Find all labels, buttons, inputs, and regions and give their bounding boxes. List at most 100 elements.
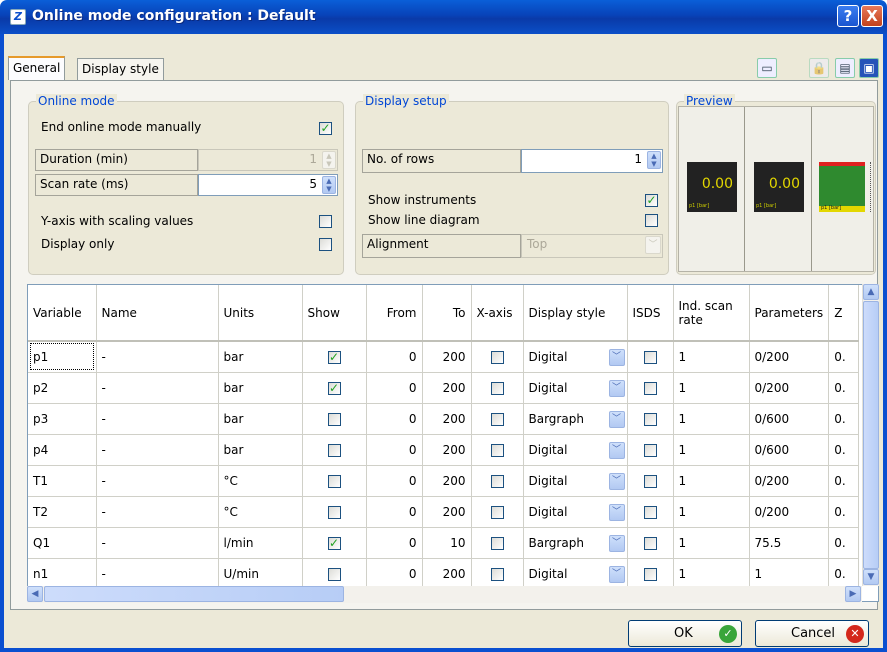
parameters-cell[interactable]: 75.5 [749,527,830,559]
to-cell[interactable]: 200 [422,465,472,497]
name-cell[interactable]: - [96,341,219,373]
display-style-cell[interactable]: Bargraph ﹀ [523,527,628,559]
show[interactable] [302,496,367,528]
z-cell[interactable]: 0. [828,403,860,435]
display-style-select[interactable]: Bargraph ﹀ [529,534,625,552]
xaxis[interactable] [471,527,524,559]
lock-icon[interactable]: 🔒 [809,58,829,78]
horizontal-scroll-thumb[interactable] [44,586,344,602]
variable-cell[interactable]: T1 [28,465,97,497]
save-icon[interactable]: ▣ [859,58,879,78]
from-cell[interactable]: 0 [366,372,423,404]
chevron-down-icon[interactable]: ﹀ [608,379,625,397]
rows-input[interactable]: 1 ▲ ▼ [521,149,663,173]
table-row[interactable]: p4- bar 0 200 Digital ﹀ 1 0/600 0. [28,434,860,466]
col-header[interactable]: Ind. scan rate [673,285,750,342]
z-cell[interactable]: 0. [828,465,860,497]
display-style-cell[interactable]: Digital ﹀ [523,496,628,528]
variable-cell[interactable]: Q1 [28,527,97,559]
to-cell[interactable]: 200 [422,341,472,373]
show[interactable] [302,403,367,435]
name-cell[interactable]: - [96,372,219,404]
xaxis-checkbox[interactable] [490,443,504,457]
col-header[interactable]: Name [96,285,219,342]
show[interactable] [302,558,367,590]
display-style-select[interactable]: Digital ﹀ [529,348,625,366]
table-row[interactable]: p3- bar 0 200 Bargraph ﹀ 1 0/600 0. [28,403,860,435]
display-style-select[interactable]: Digital ﹀ [529,503,625,521]
to-cell[interactable]: 200 [422,403,472,435]
z-cell[interactable]: 0. [828,527,860,559]
units-cell[interactable]: U/min [218,558,303,590]
name-cell[interactable]: - [96,465,219,497]
to-cell[interactable]: 200 [422,496,472,528]
units-cell[interactable]: °C [218,496,303,528]
xaxis[interactable] [471,434,524,466]
units-cell[interactable]: bar [218,403,303,435]
name-cell[interactable]: - [96,527,219,559]
show-line-checkbox[interactable] [645,214,658,227]
isds[interactable] [627,403,674,435]
isds-checkbox[interactable] [643,443,657,457]
show-checkbox[interactable]: ✓ [327,350,341,364]
isds[interactable] [627,465,674,497]
name-cell[interactable]: - [96,403,219,435]
chevron-down-icon[interactable]: ﹀ [608,472,625,490]
table-row[interactable]: T1- °C 0 200 Digital ﹀ 1 0/200 0. [28,465,860,497]
scan-rate-spinner[interactable]: ▲ ▼ [322,176,336,194]
close-button[interactable]: X [861,5,883,27]
window-layout-icon[interactable]: ▭ [757,58,777,78]
col-header[interactable]: ISDS [627,285,674,342]
isds[interactable] [627,341,674,373]
display-style-cell[interactable]: Digital ﹀ [523,372,628,404]
scan-rate-cell[interactable]: 1 [673,465,750,497]
col-header[interactable]: X-axis [471,285,524,342]
display-only-checkbox[interactable] [319,238,332,251]
scan-rate-cell[interactable]: 1 [673,434,750,466]
isds-checkbox[interactable] [643,474,657,488]
table-row[interactable]: Q1- l/min ✓ 0 10 Bargraph ﹀ 1 75.5 0. [28,527,860,559]
units-cell[interactable]: l/min [218,527,303,559]
isds-checkbox[interactable] [643,350,657,364]
tab-general[interactable]: General [8,56,66,80]
display-style-select[interactable]: Digital ﹀ [529,441,625,459]
show-checkbox[interactable] [327,505,341,519]
scan-rate-cell[interactable]: 1 [673,372,750,404]
from-cell[interactable]: 0 [366,341,423,373]
isds[interactable] [627,527,674,559]
variable-cell[interactable]: T2 [28,496,97,528]
units-cell[interactable]: °C [218,465,303,497]
chevron-down-icon[interactable]: ﹀ [608,503,625,521]
xaxis[interactable] [471,496,524,528]
scan-rate-input[interactable]: 5 ▲ ▼ [198,174,338,196]
display-style-select[interactable]: Bargraph ﹀ [529,410,625,428]
from-cell[interactable]: 0 [366,434,423,466]
display-style-cell[interactable]: Digital ﹀ [523,465,628,497]
show[interactable]: ✓ [302,527,367,559]
isds-checkbox[interactable] [643,412,657,426]
cancel-button[interactable]: Cancel ✕ [755,620,869,647]
chevron-down-icon[interactable]: ﹀ [608,534,625,552]
z-cell[interactable]: 0. [828,341,860,373]
z-cell[interactable]: 0. [828,558,860,590]
scan-rate-cell[interactable]: 1 [673,341,750,373]
vertical-scrollbar[interactable]: ▲ ▼ [862,284,879,586]
tab-display-style[interactable]: Display style [77,58,164,80]
from-cell[interactable]: 0 [366,496,423,528]
ok-button[interactable]: OK ✓ [628,620,742,647]
isds-checkbox[interactable] [643,536,657,550]
parameters-cell[interactable]: 0/200 [749,496,830,528]
scroll-right-icon[interactable]: ▶ [845,586,861,602]
xaxis-checkbox[interactable] [490,505,504,519]
table-row[interactable]: p2- bar ✓ 0 200 Digital ﹀ 1 0/200 0. [28,372,860,404]
show-checkbox[interactable] [327,443,341,457]
vertical-scroll-thumb[interactable] [863,301,879,569]
open-folder-icon[interactable]: ▤ [835,58,855,78]
isds-checkbox[interactable] [643,567,657,581]
display-style-select[interactable]: Digital ﹀ [529,565,625,583]
isds-checkbox[interactable] [643,381,657,395]
show-instruments-checkbox[interactable]: ✓ [645,194,658,207]
display-style-cell[interactable]: Digital ﹀ [523,341,628,373]
variable-cell[interactable]: p1 [28,341,97,373]
col-header[interactable]: Units [218,285,303,342]
